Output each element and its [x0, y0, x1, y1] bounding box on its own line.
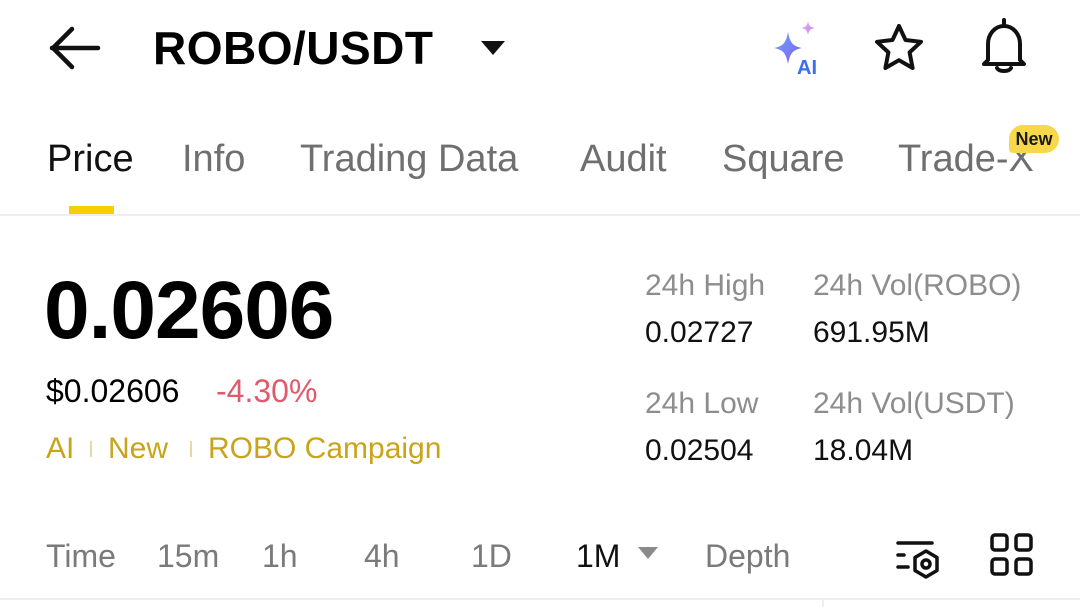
tab-info[interactable]: Info — [182, 136, 245, 182]
last-price: 0.02606 — [44, 265, 334, 356]
stat-24h-vol-quote-label: 24h Vol(USDT) — [813, 387, 1015, 420]
favorite-button[interactable] — [870, 20, 928, 76]
layout-grid-button[interactable] — [988, 531, 1036, 579]
tab-trading-data[interactable]: Trading Data — [300, 136, 518, 182]
price-change-percent: -4.30% — [216, 373, 318, 409]
divider — [0, 598, 1080, 600]
divider — [822, 600, 824, 607]
stat-24h-high-label: 24h High — [645, 269, 766, 302]
timeframe-dropdown-button[interactable] — [636, 545, 660, 561]
chart-settings-button[interactable] — [894, 531, 944, 581]
depth-chart-tab[interactable]: Depth — [705, 537, 790, 575]
tab-bar: Price Info Trading Data Audit Square Tra… — [0, 100, 1080, 216]
caret-down-icon — [481, 41, 505, 55]
svg-text:AI: AI — [797, 57, 817, 78]
new-badge: New — [1009, 125, 1059, 153]
bell-icon — [982, 18, 1026, 73]
timeframe-1m[interactable]: 1M — [576, 537, 620, 575]
timeframe-15m[interactable]: 15m — [157, 537, 219, 575]
tab-price[interactable]: Price — [47, 136, 134, 182]
timeframe-toolbar: Time 15m 1h 4h 1D 1M Depth — [0, 515, 1080, 595]
tag-robo-campaign[interactable]: ROBO Campaign — [208, 431, 441, 467]
pair-title[interactable]: ROBO/USDT — [153, 22, 434, 74]
tag-divider — [190, 441, 192, 457]
stat-24h-vol-base-label: 24h Vol(ROBO) — [813, 269, 1022, 302]
tab-audit[interactable]: Audit — [580, 136, 667, 182]
tab-square[interactable]: Square — [722, 136, 845, 182]
star-icon — [875, 24, 923, 70]
stat-24h-high-value: 0.02727 — [645, 316, 754, 349]
tag-divider — [90, 441, 92, 457]
back-button[interactable] — [48, 24, 104, 72]
stat-24h-low-value: 0.02504 — [645, 434, 754, 467]
timeframe-4h[interactable]: 4h — [364, 537, 400, 575]
timeframe-label: Time — [46, 538, 116, 574]
chart-settings-icon — [896, 541, 939, 579]
pair-selector-button[interactable] — [478, 38, 508, 58]
tag-ai[interactable]: AI — [46, 431, 74, 467]
timeframe-1h[interactable]: 1h — [262, 537, 298, 575]
arrow-left-icon — [49, 26, 101, 70]
stat-24h-vol-quote-value: 18.04M — [813, 434, 914, 467]
grid-icon — [990, 533, 1033, 576]
tag-new[interactable]: New — [108, 431, 168, 467]
stat-24h-vol-base-value: 691.95M — [813, 316, 930, 349]
sparkle-ai-icon: AI — [774, 21, 817, 79]
price-usd: $0.02606 — [46, 373, 180, 409]
market-detail-page: ROBO/USDT AI Price Info Trading Data Aud… — [0, 0, 1080, 607]
ai-assistant-button[interactable]: AI — [764, 18, 826, 79]
header: ROBO/USDT AI — [0, 0, 1080, 100]
caret-down-icon — [638, 547, 658, 559]
price-alert-button[interactable] — [974, 16, 1034, 78]
timeframe-1d[interactable]: 1D — [471, 537, 512, 575]
stat-24h-low-label: 24h Low — [645, 387, 759, 420]
active-tab-indicator — [69, 206, 114, 214]
